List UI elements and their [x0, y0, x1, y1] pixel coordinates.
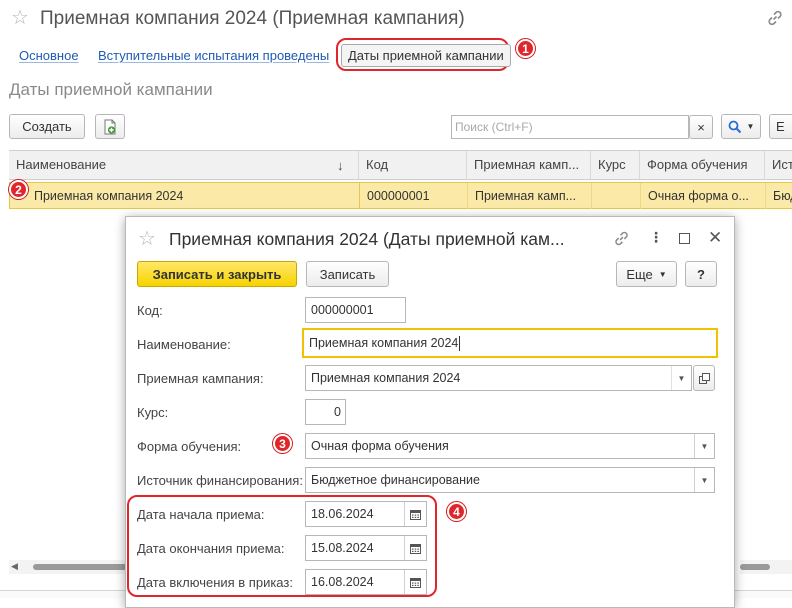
maximize-icon[interactable] [679, 233, 690, 244]
chevron-down-icon: ▼ [658, 269, 667, 279]
create-button[interactable]: Создать [9, 114, 85, 139]
end-date-value: 15.08.2024 [311, 541, 374, 555]
more-actions-button[interactable]: Еще ▼ [616, 261, 677, 287]
section-title: Даты приемной кампании [9, 80, 213, 99]
horizontal-scrollbar-right[interactable] [740, 560, 792, 574]
calendar-icon[interactable] [404, 570, 426, 594]
add-document-icon [104, 119, 116, 134]
step-badge-2: 2 [9, 180, 28, 199]
create-copy-button[interactable] [95, 114, 125, 139]
search-button[interactable]: ▼ [721, 114, 761, 139]
open-campaign-button[interactable] [693, 365, 715, 391]
cell-source: Бюд [773, 189, 792, 203]
cell-code: 000000001 [360, 183, 468, 209]
link-icon[interactable] [766, 9, 784, 30]
dropdown-arrow-icon[interactable]: ▼ [694, 434, 714, 458]
dialog-favorite-star-icon[interactable]: ☆ [138, 229, 156, 249]
sort-arrow-icon: ↓ [337, 158, 344, 173]
course-label: Курс: [137, 405, 169, 420]
name-field[interactable]: Приемная компания 2024 [302, 328, 718, 358]
help-button[interactable]: ? [685, 261, 717, 287]
source-field-value: Бюджетное финансирование [311, 473, 480, 487]
start-date-label: Дата начала приема: [137, 507, 265, 522]
column-header-code[interactable]: Код [359, 151, 467, 179]
search-clear-button[interactable]: × [689, 115, 713, 139]
save-button[interactable]: Записать [306, 261, 389, 287]
form-label: Форма обучения: [137, 439, 242, 454]
campaign-label: Приемная кампания: [137, 371, 264, 386]
chevron-down-icon: ▼ [746, 122, 755, 131]
cell-course [592, 183, 641, 209]
dialog-title: Приемная компания 2024 (Даты приемной ка… [169, 229, 565, 249]
name-field-value: Приемная компания 2024 [309, 336, 459, 350]
column-header-course[interactable]: Курс [591, 151, 640, 179]
step-badge-3: 3 [273, 434, 292, 453]
end-date-label: Дата окончания приема: [137, 541, 285, 556]
source-field[interactable]: Бюджетное финансирование ▼ [305, 467, 715, 493]
scroll-left-icon[interactable]: ◀ [11, 561, 18, 572]
course-field[interactable]: 0 [305, 399, 346, 425]
order-date-field[interactable]: 16.08.2024 [305, 569, 427, 595]
window-title: Приемная компания 2024 (Приемная кампани… [40, 8, 465, 29]
table-row[interactable]: Приемная компания 2024 000000001 Приемна… [9, 182, 792, 209]
calendar-icon[interactable] [404, 536, 426, 560]
cell-campaign: Приемная камп... [468, 183, 592, 209]
more-button[interactable]: Е [769, 114, 792, 139]
table-header: Наименование ↓ Код Приемная камп... Курс… [9, 150, 792, 180]
code-field[interactable]: 000000001 [305, 297, 406, 323]
nav-link-main[interactable]: Основное [19, 48, 79, 63]
column-header-name[interactable]: Наименование [9, 151, 359, 179]
nav-tab-dates[interactable]: Даты приемной кампании [341, 44, 511, 67]
open-form-icon [698, 372, 710, 384]
form-field-value: Очная форма обучения [311, 439, 449, 453]
cell-name: Приемная компания 2024 [10, 183, 360, 209]
scrollbar-thumb[interactable] [33, 564, 127, 570]
end-date-field[interactable]: 15.08.2024 [305, 535, 427, 561]
campaign-field[interactable]: Приемная компания 2024 ▼ [305, 365, 692, 391]
horizontal-scrollbar[interactable]: ◀ [9, 560, 127, 574]
nav-link-exams[interactable]: Вступительные испытания проведены [98, 48, 329, 63]
step-badge-4: 4 [447, 502, 466, 521]
save-and-close-button[interactable]: Записать и закрыть [137, 261, 297, 287]
name-label: Наименование: [137, 337, 231, 352]
more-actions-label: Еще [626, 266, 653, 282]
dropdown-arrow-icon[interactable]: ▼ [694, 468, 714, 492]
order-date-value: 16.08.2024 [311, 575, 374, 589]
start-date-value: 18.06.2024 [311, 507, 374, 521]
start-date-field[interactable]: 18.06.2024 [305, 501, 427, 527]
favorite-star-icon[interactable]: ☆ [11, 8, 29, 28]
column-header-source[interactable]: Ист [765, 151, 792, 179]
column-header-campaign[interactable]: Приемная камп... [467, 151, 591, 179]
scrollbar-thumb-right[interactable] [740, 564, 770, 570]
calendar-icon[interactable] [404, 502, 426, 526]
form-field[interactable]: Очная форма обучения ▼ [305, 433, 715, 459]
dialog-menu-icon[interactable]: ⋮ [649, 229, 663, 246]
cell-form: Очная форма о... [641, 183, 766, 209]
text-cursor [459, 335, 461, 351]
step-badge-1: 1 [516, 39, 535, 58]
close-icon[interactable]: ✕ [708, 228, 722, 248]
search-icon [728, 120, 741, 133]
campaign-field-value: Приемная компания 2024 [311, 371, 461, 385]
column-header-form[interactable]: Форма обучения [640, 151, 765, 179]
order-date-label: Дата включения в приказ: [137, 575, 293, 590]
source-label: Источник финансирования: [137, 473, 303, 488]
dialog-link-icon[interactable] [613, 230, 630, 250]
dropdown-arrow-icon[interactable]: ▼ [671, 366, 691, 390]
code-label: Код: [137, 303, 163, 318]
search-input[interactable]: Поиск (Ctrl+F) [451, 115, 689, 139]
